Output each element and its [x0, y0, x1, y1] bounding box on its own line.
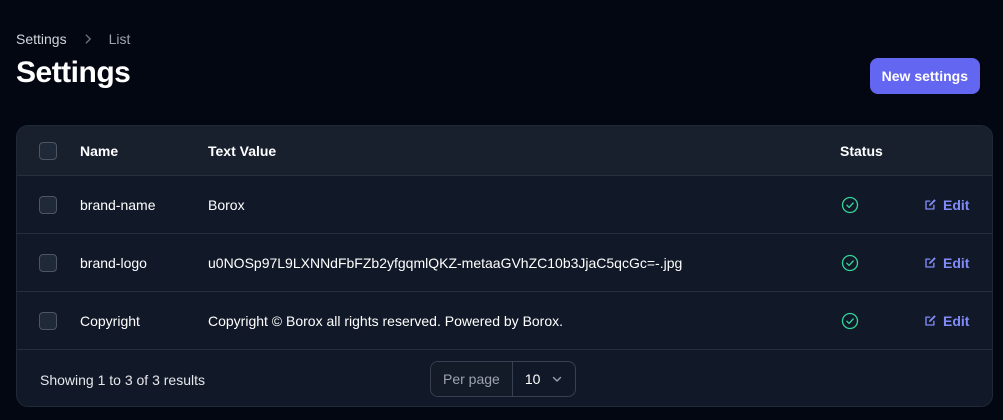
column-header-name[interactable]: Name — [80, 143, 118, 159]
settings-list-page: Settings List Settings New settings Name… — [0, 0, 1003, 420]
setting-text-value: u0NOSp97L9LXNNdFbFZb2yfgqmlQKZ-metaaGVhZ… — [208, 254, 683, 271]
chevron-right-icon — [81, 32, 95, 46]
breadcrumb-current: List — [108, 31, 131, 47]
table-row[interactable]: Copyright Copyright © Borox all rights r… — [17, 292, 992, 350]
edit-link[interactable]: Edit — [923, 313, 969, 329]
edit-label: Edit — [943, 312, 970, 329]
chevron-down-icon — [552, 376, 562, 382]
page-title: Settings — [16, 56, 131, 89]
pencil-square-icon — [925, 315, 936, 326]
table-header-row: Name Text Value Status — [17, 126, 992, 176]
table-row[interactable]: brand-logo u0NOSp97L9LXNNdFbFZb2yfgqmlQK… — [17, 234, 992, 292]
per-page-value: 10 — [524, 371, 541, 387]
pagination-footer: Showing 1 to 3 of 3 results Per page 10 — [17, 350, 992, 406]
pencil-square-icon — [925, 257, 936, 268]
setting-name: brand-name — [80, 196, 156, 213]
per-page-label: Per page — [431, 362, 513, 396]
check-circle-icon — [840, 311, 860, 331]
breadcrumb-settings-link[interactable]: Settings — [16, 31, 67, 47]
edit-label: Edit — [943, 254, 970, 271]
settings-table: Name Text Value Status brand-name Borox … — [16, 125, 993, 407]
column-header-text-value[interactable]: Text Value — [208, 143, 276, 159]
table-row[interactable]: brand-name Borox Edit — [17, 176, 992, 234]
results-summary: Showing 1 to 3 of 3 results — [40, 372, 205, 388]
pencil-square-icon — [925, 199, 936, 210]
column-header-status[interactable]: Status — [840, 143, 883, 159]
setting-text-value: Copyright © Borox all rights reserved. P… — [208, 312, 564, 329]
edit-link[interactable]: Edit — [923, 255, 969, 271]
new-settings-button[interactable]: New settings — [869, 58, 980, 94]
setting-name: Copyright — [80, 312, 140, 329]
setting-text-value: Borox — [208, 196, 245, 213]
select-all-checkbox[interactable] — [39, 141, 57, 160]
row-checkbox[interactable] — [39, 253, 57, 272]
per-page-select[interactable]: 10 — [513, 362, 575, 396]
row-checkbox[interactable] — [39, 311, 57, 330]
setting-name: brand-logo — [80, 254, 147, 271]
check-circle-icon — [840, 195, 860, 215]
breadcrumb: Settings List — [16, 31, 130, 47]
edit-link[interactable]: Edit — [923, 197, 969, 213]
edit-label: Edit — [943, 196, 970, 213]
check-circle-icon — [840, 253, 860, 273]
per-page-control: Per page 10 — [430, 361, 576, 397]
row-checkbox[interactable] — [39, 195, 57, 214]
